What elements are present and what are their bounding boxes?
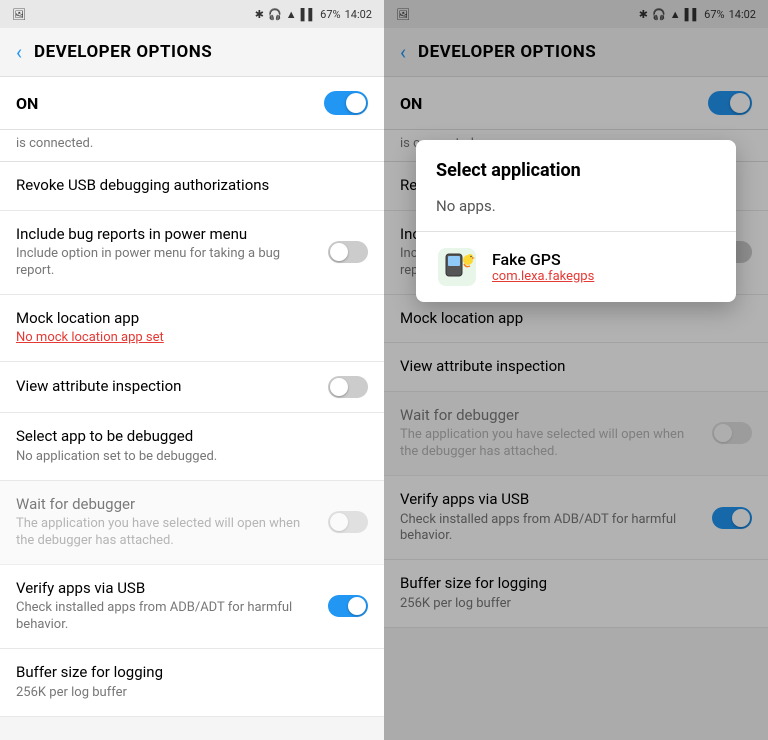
left-main-toggle[interactable] [324, 91, 368, 115]
left-back-button[interactable]: ‹ [16, 40, 22, 64]
left-bug-report-item[interactable]: Include bug reports in power menu Includ… [0, 211, 384, 295]
left-page-title: DEVELOPER OPTIONS [34, 42, 212, 62]
fake-gps-app-item[interactable]: Fake GPS com.lexa.fakegps [416, 232, 736, 302]
signal-icon: ▌▌ [301, 8, 317, 21]
left-verify-usb-subtitle: Check installed apps from ADB/ADT for ha… [16, 600, 320, 634]
left-buffer-logging-subtitle: 256K per log buffer [16, 685, 368, 702]
left-wait-debugger-text: Wait for debugger The application you ha… [16, 495, 320, 550]
camera-icon: 🖼 [12, 8, 26, 21]
fake-gps-info: Fake GPS com.lexa.fakegps [492, 250, 716, 284]
fake-gps-icon [436, 246, 478, 288]
left-status-bar: 🖼 ✱ 🎧 ▲ ▌▌ 67% 14:02 [0, 0, 384, 28]
left-bug-report-toggle[interactable] [328, 241, 368, 263]
left-buffer-logging-text: Buffer size for logging 256K per log buf… [16, 663, 368, 701]
left-wait-debugger-title: Wait for debugger [16, 495, 320, 515]
left-buffer-logging-title: Buffer size for logging [16, 663, 368, 683]
select-application-dialog: Select application No apps. [416, 140, 736, 302]
wifi-icon: ▲ [286, 8, 297, 21]
battery-left: 67% [320, 8, 340, 21]
left-panel: 🖼 ✱ 🎧 ▲ ▌▌ 67% 14:02 ‹ DEVELOPER OPTIONS… [0, 0, 384, 740]
left-verify-usb-toggle[interactable] [328, 595, 368, 617]
left-mock-location-subtitle: No mock location app set [16, 330, 368, 347]
dialog-no-apps-label: No apps. [416, 189, 736, 231]
left-on-row: ON [0, 77, 384, 130]
left-wait-debugger-item: Wait for debugger The application you ha… [0, 481, 384, 565]
left-select-debug-item[interactable]: Select app to be debugged No application… [0, 413, 384, 480]
bluetooth-icon: ✱ [255, 8, 264, 21]
dialog-title: Select application [416, 140, 736, 189]
headphone-icon: 🎧 [268, 8, 282, 21]
fake-gps-package: com.lexa.fakegps [492, 269, 716, 284]
left-select-debug-text: Select app to be debugged No application… [16, 427, 368, 465]
left-status-right: ✱ 🎧 ▲ ▌▌ 67% 14:02 [255, 8, 372, 21]
left-verify-usb-text: Verify apps via USB Check installed apps… [16, 579, 320, 634]
left-verify-usb-item[interactable]: Verify apps via USB Check installed apps… [0, 565, 384, 649]
left-header: ‹ DEVELOPER OPTIONS [0, 28, 384, 77]
left-view-attr-text: View attribute inspection [16, 377, 320, 397]
left-view-attr-toggle[interactable] [328, 376, 368, 398]
right-panel: 🖼 ✱ 🎧 ▲ ▌▌ 67% 14:02 ‹ DEVELOPER OPTIONS… [384, 0, 768, 740]
left-wait-debugger-toggle [328, 511, 368, 533]
fake-gps-name: Fake GPS [492, 250, 716, 269]
left-connected-text: is connected. [0, 130, 384, 162]
left-mock-location-title: Mock location app [16, 309, 368, 329]
left-mock-location-text: Mock location app No mock location app s… [16, 309, 368, 347]
left-select-debug-title: Select app to be debugged [16, 427, 368, 447]
left-on-label: ON [16, 94, 38, 113]
left-view-attr-item[interactable]: View attribute inspection [0, 362, 384, 413]
left-revoke-usb-text: Revoke USB debugging authorizations [16, 176, 368, 196]
left-revoke-usb-item[interactable]: Revoke USB debugging authorizations [0, 162, 384, 211]
time-left: 14:02 [345, 8, 372, 21]
left-bug-report-title: Include bug reports in power menu [16, 225, 320, 245]
left-settings-list: Revoke USB debugging authorizations Incl… [0, 162, 384, 740]
left-select-debug-subtitle: No application set to be debugged. [16, 449, 368, 466]
left-bug-report-subtitle: Include option in power menu for taking … [16, 246, 320, 280]
left-mock-location-item[interactable]: Mock location app No mock location app s… [0, 295, 384, 362]
left-bug-report-text: Include bug reports in power menu Includ… [16, 225, 320, 280]
left-wait-debugger-subtitle: The application you have selected will o… [16, 516, 320, 550]
left-buffer-logging-item[interactable]: Buffer size for logging 256K per log buf… [0, 649, 384, 716]
left-view-attr-title: View attribute inspection [16, 377, 320, 397]
left-verify-usb-title: Verify apps via USB [16, 579, 320, 599]
left-status-left: 🖼 [12, 8, 26, 21]
dialog-overlay[interactable]: Select application No apps. [384, 0, 768, 740]
left-revoke-usb-title: Revoke USB debugging authorizations [16, 176, 368, 196]
